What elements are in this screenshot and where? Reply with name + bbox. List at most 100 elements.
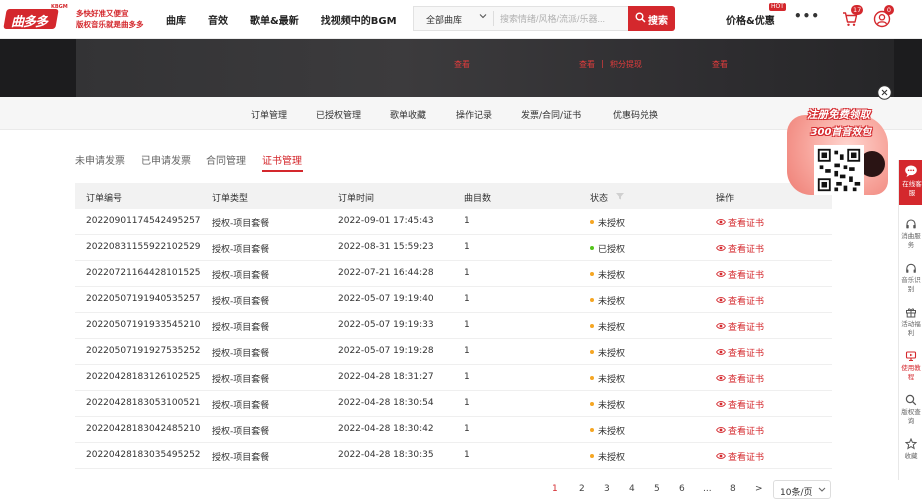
cell-track-count: 1 (464, 268, 470, 278)
cell-track-count: 1 (464, 450, 470, 460)
nav-item-playlists[interactable]: 歌单&最新 (250, 12, 299, 27)
cell-status: 未授权 (598, 297, 626, 307)
subnav-authorized[interactable]: 已授权管理 (316, 108, 361, 121)
cell-order-type: 授权-项目套餐 (212, 349, 270, 359)
subnav-orders[interactable]: 订单管理 (251, 108, 287, 121)
sidebar-tutorial-label: 使用教程 (901, 364, 921, 381)
more-menu[interactable]: ••• (794, 9, 820, 23)
next-page-button[interactable]: > (755, 484, 763, 494)
page-1-button[interactable]: 1 (552, 484, 558, 494)
cell-status: 未授权 (598, 375, 626, 385)
status-dot (590, 402, 594, 406)
cell-status: 未授权 (598, 271, 626, 281)
cell-status: 未授权 (598, 401, 626, 411)
subnav-operation-log[interactable]: 操作记录 (456, 108, 492, 121)
view-certificate-link[interactable]: 查看证书 (728, 372, 764, 385)
sidebar-clearance-service[interactable]: 消曲服务 (899, 212, 922, 256)
column-header-track-count: 曲目数 (464, 194, 492, 204)
view-certificate-link[interactable]: 查看证书 (728, 242, 764, 255)
view-certificate-link[interactable]: 查看证书 (728, 398, 764, 411)
search-input[interactable] (500, 9, 624, 28)
chat-icon (905, 165, 917, 177)
promo-card[interactable]: 注册免费领取 300首音效包 (787, 103, 890, 203)
nav-item-find-bgm[interactable]: 找视频中的BGM (321, 12, 397, 27)
view-certificate-link[interactable]: 查看证书 (728, 216, 764, 229)
banner-view-link-3[interactable]: 查看 (712, 59, 728, 70)
table-row: 20220428183053100521 授权-项目套餐 2022-04-28 18… (75, 391, 832, 417)
cell-track-count: 1 (464, 294, 470, 304)
tab-unrequested-invoices[interactable]: 未申请发票 (75, 152, 125, 167)
cell-status: 未授权 (598, 323, 626, 333)
sidebar-music-recognition[interactable]: 音乐识别 (899, 256, 922, 300)
active-tab-indicator (262, 170, 303, 172)
eye-icon (716, 271, 726, 277)
status-dot (590, 324, 594, 328)
search-button-label: 搜索 (648, 16, 668, 27)
cell-order-id: 20220901174542495257 (86, 216, 201, 226)
sidebar-online-service-label: 在线客服 (902, 180, 922, 197)
cell-order-type: 授权-项目套餐 (212, 297, 270, 307)
status-dot (590, 246, 594, 250)
nav-item-sound-effects[interactable]: 音效 (208, 12, 228, 27)
page-ellipsis[interactable]: ... (703, 484, 712, 494)
tab-certificate-management[interactable]: 证书管理 (262, 152, 302, 167)
status-dot (590, 454, 594, 458)
cart-count-badge: 17 (851, 5, 864, 15)
view-certificate-link[interactable]: 查看证书 (728, 424, 764, 437)
banner-view-link-1[interactable]: 查看 (454, 59, 470, 70)
subnav-coupon-redeem[interactable]: 优惠码兑换 (613, 108, 658, 121)
view-certificate-link[interactable]: 查看证书 (728, 268, 764, 281)
sidebar-online-service[interactable]: 在线客服 (899, 160, 922, 205)
cell-status: 未授权 (598, 219, 626, 229)
close-icon[interactable] (877, 85, 892, 100)
cell-order-time: 2022-05-07 19:19:28 (338, 346, 434, 356)
view-certificate-link[interactable]: 查看证书 (728, 346, 764, 359)
cell-track-count: 1 (464, 216, 470, 226)
table-row: 20220901174542495257 授权-项目套餐 2022-09-01 17… (75, 209, 832, 235)
banner-view-link-2[interactable]: 查看 (579, 59, 595, 70)
sidebar-tutorial[interactable]: 使用教程 (899, 344, 922, 388)
search-button[interactable]: 搜索 (628, 6, 675, 31)
pricing-link[interactable]: 价格&优惠 (726, 12, 775, 27)
page-2-button[interactable]: 2 (579, 484, 585, 494)
user-count-badge: 0 (884, 5, 894, 15)
search-category-select[interactable]: 全部曲库 (426, 13, 462, 26)
sidebar-music-recognition-label: 音乐识别 (901, 276, 921, 293)
view-certificate-link[interactable]: 查看证书 (728, 320, 764, 333)
cell-track-count: 1 (464, 346, 470, 356)
cell-order-time: 2022-09-01 17:45:43 (338, 216, 434, 226)
cell-order-id: 20220428183035495252 (86, 450, 201, 460)
slogan: 多快好准又便宜 版权音乐就是曲多多 (76, 8, 144, 30)
eye-icon (716, 219, 726, 225)
column-header-order-time: 订单时间 (338, 194, 375, 204)
sidebar-copyright-query[interactable]: 版权查询 (899, 388, 922, 432)
sidebar-event-benefits[interactable]: 活动福利 (899, 300, 922, 344)
nav-item-library[interactable]: 曲库 (166, 12, 186, 27)
filter-icon[interactable] (615, 191, 625, 201)
cell-order-time: 2022-04-28 18:30:42 (338, 424, 434, 434)
tab-requested-invoices[interactable]: 已申请发票 (141, 152, 191, 167)
tab-contract-management[interactable]: 合同管理 (206, 152, 246, 167)
subnav-invoice-contract-cert[interactable]: 发票/合同/证书 (521, 108, 581, 121)
cell-track-count: 1 (464, 398, 470, 408)
page-5-button[interactable]: 5 (654, 484, 660, 494)
cell-order-id: 20220507191940535257 (86, 294, 201, 304)
status-dot (590, 428, 594, 432)
page-4-button[interactable]: 4 (629, 484, 635, 494)
top-navbar: 曲多多 KBGM 多快好准又便宜 版权音乐就是曲多多 曲库 音效 歌单&最新 找… (0, 0, 922, 39)
chevron-down-icon (818, 487, 826, 492)
page-size-select[interactable]: 10条/页 (773, 480, 831, 499)
site-logo[interactable]: 曲多多 KBGM (3, 4, 68, 31)
page-6-button[interactable]: 6 (679, 484, 685, 494)
sidebar-favorites[interactable]: 收藏 (899, 432, 922, 476)
table-row: 20220428183035495252 授权-项目套餐 2022-04-28 18… (75, 443, 832, 469)
view-certificate-link[interactable]: 查看证书 (728, 294, 764, 307)
subnav-playlist-favorites[interactable]: 歌单收藏 (390, 108, 426, 121)
logo-text: 曲多多 (11, 15, 48, 30)
page-8-button[interactable]: 8 (730, 484, 736, 494)
view-certificate-link[interactable]: 查看证书 (728, 450, 764, 463)
banner-withdraw-link[interactable]: 积分提现 (610, 59, 642, 70)
eye-icon (716, 427, 726, 433)
page-3-button[interactable]: 3 (604, 484, 610, 494)
cell-order-id: 20220507191933545210 (86, 320, 201, 330)
